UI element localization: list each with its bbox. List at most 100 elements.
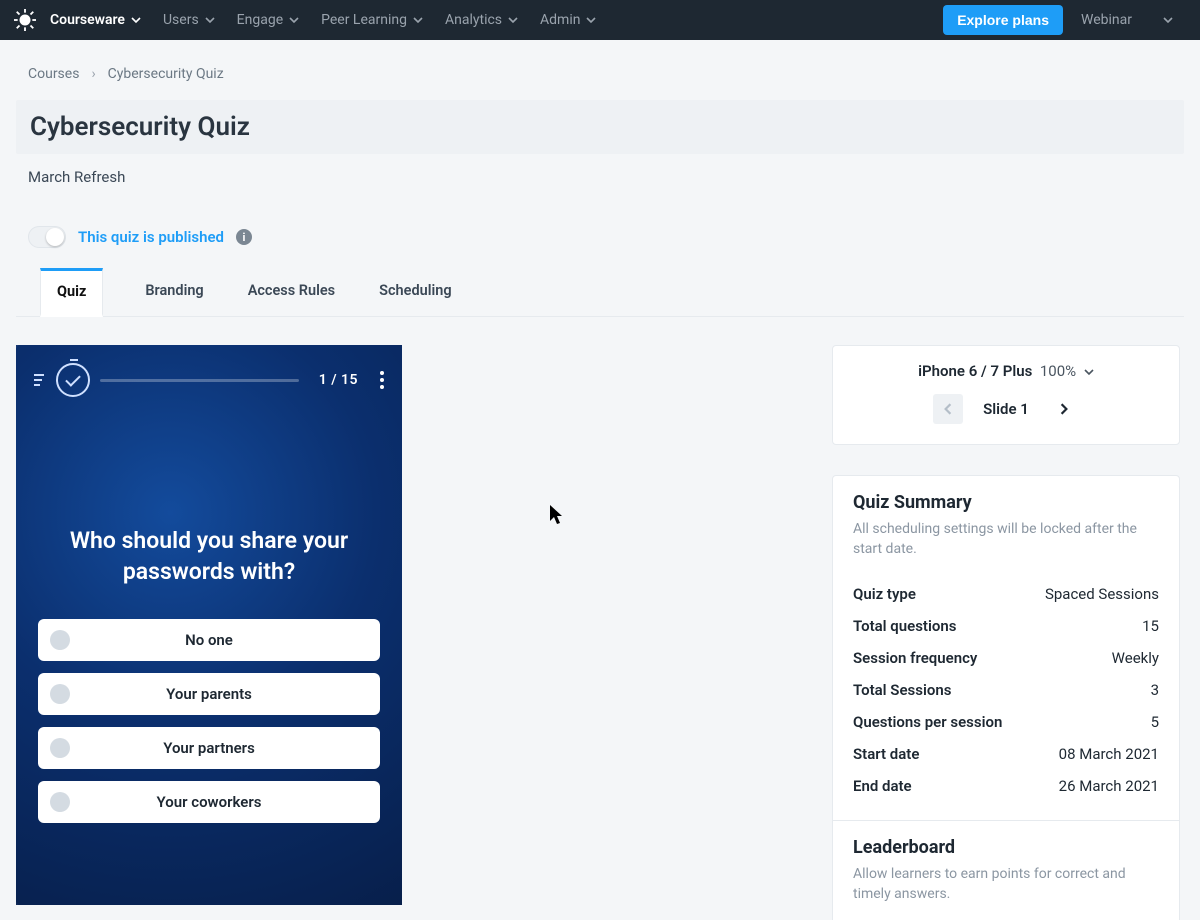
kv-val: Weekly (1112, 649, 1159, 667)
nav-peer-learning[interactable]: Peer Learning (321, 12, 423, 28)
webinar-link[interactable]: Webinar (1081, 12, 1132, 28)
page-title-band: Cybersecurity Quiz (16, 100, 1184, 154)
info-icon[interactable]: i (236, 229, 252, 245)
answer-label: No one (38, 631, 380, 649)
nav-label: Analytics (445, 12, 502, 28)
kv-key: Total Sessions (853, 681, 951, 699)
nav-courseware[interactable]: Courseware (50, 12, 141, 28)
chevron-down-icon (1084, 367, 1094, 377)
device-zoom: 100% (1036, 362, 1076, 380)
answer-option[interactable]: Your coworkers (38, 781, 380, 823)
slide-counter: 1 / 15 (319, 372, 358, 388)
answer-label: Your coworkers (38, 793, 380, 811)
chevron-right-icon: › (91, 66, 95, 82)
content: 1 / 15 Who should you share your passwor… (16, 317, 1184, 920)
breadcrumb-root[interactable]: Courses (28, 66, 79, 82)
divider (833, 820, 1179, 821)
nav-items: Courseware Users Engage Peer Learning An… (50, 12, 596, 28)
kv-key: Session frequency (853, 649, 977, 667)
leaderboard-section: Leaderboard Allow learners to earn point… (853, 837, 1159, 905)
kv-key: Questions per session (853, 713, 1002, 731)
summary-note: All scheduling settings will be locked a… (853, 519, 1159, 560)
page: Courses › Cybersecurity Quiz Cybersecuri… (0, 40, 1200, 920)
chevron-down-icon (508, 15, 518, 25)
tab-branding[interactable]: Branding (143, 270, 205, 316)
nav-admin[interactable]: Admin (540, 12, 596, 28)
nav-label: Peer Learning (321, 12, 407, 28)
nav-label: Engage (237, 12, 283, 28)
chevron-down-icon (586, 15, 596, 25)
device-name: iPhone 6 / 7 Plus (918, 362, 1032, 380)
breadcrumb-leaf[interactable]: Cybersecurity Quiz (108, 66, 224, 82)
progress-track (100, 379, 299, 382)
breadcrumb: Courses › Cybersecurity Quiz (28, 66, 1184, 82)
quiz-summary-card: Quiz Summary All scheduling settings wil… (832, 475, 1180, 920)
kv-key: Start date (853, 745, 919, 763)
kv-val: 3 (1151, 681, 1159, 699)
page-subtitle: March Refresh (28, 168, 1184, 186)
kv-val: 26 March 2021 (1059, 777, 1159, 795)
kv-row: Questions per session 5 (853, 706, 1159, 738)
nav-engage[interactable]: Engage (237, 12, 299, 28)
tabs: Quiz Branding Access Rules Scheduling (16, 270, 1184, 317)
device-card: iPhone 6 / 7 Plus 100% Slide 1 (832, 345, 1180, 445)
slide-label: Slide 1 (983, 400, 1029, 418)
prev-slide-button (933, 394, 963, 424)
chevron-down-icon (289, 15, 299, 25)
publish-toggle[interactable] (28, 226, 66, 248)
chevron-right-icon (1058, 403, 1070, 415)
nav-users[interactable]: Users (163, 12, 215, 28)
publish-row: This quiz is published i (28, 226, 1184, 248)
page-title: Cybersecurity Quiz (30, 112, 1170, 142)
chevron-left-icon (942, 403, 954, 415)
navbar-right: Explore plans Webinar (943, 5, 1186, 35)
kv-val: 15 (1142, 617, 1159, 635)
tab-quiz[interactable]: Quiz (40, 268, 103, 317)
kebab-menu-icon[interactable] (380, 371, 384, 389)
kv-row: Session frequency Weekly (853, 642, 1159, 674)
explore-plans-button[interactable]: Explore plans (943, 5, 1063, 35)
device-selector[interactable]: iPhone 6 / 7 Plus 100% (853, 362, 1159, 394)
kv-key: End date (853, 777, 912, 795)
kv-row: End date 26 March 2021 (853, 770, 1159, 802)
summary-heading: Quiz Summary (853, 492, 1159, 513)
answer-label: Your partners (38, 739, 380, 757)
nav-label: Courseware (50, 12, 125, 28)
kv-key: Total questions (853, 617, 956, 635)
leaderboard-heading: Leaderboard (853, 837, 1159, 858)
phone-preview: 1 / 15 Who should you share your passwor… (16, 345, 402, 905)
chevron-down-icon (413, 15, 423, 25)
kv-key: Quiz type (853, 585, 916, 603)
answer-option[interactable]: Your partners (38, 727, 380, 769)
kv-row: Start date 08 March 2021 (853, 738, 1159, 770)
question-text: Who should you share your passwords with… (44, 525, 374, 587)
nav-label: Admin (540, 12, 580, 28)
nav-label: Users (163, 12, 199, 28)
kv-val: 5 (1151, 713, 1159, 731)
kv-row: Total questions 15 (853, 610, 1159, 642)
nav-analytics[interactable]: Analytics (445, 12, 518, 28)
user-menu[interactable] (1150, 7, 1186, 33)
chevron-down-icon (205, 15, 215, 25)
speed-lines-icon (34, 374, 44, 386)
next-slide-button[interactable] (1049, 394, 1079, 424)
app-logo[interactable] (14, 9, 36, 31)
chevron-down-icon (131, 15, 141, 25)
kv-row: Total Sessions 3 (853, 674, 1159, 706)
answer-option[interactable]: Your parents (38, 673, 380, 715)
right-column: iPhone 6 / 7 Plus 100% Slide 1 Quiz Summ… (832, 345, 1184, 920)
tab-access-rules[interactable]: Access Rules (246, 270, 337, 316)
tab-scheduling[interactable]: Scheduling (377, 270, 453, 316)
answer-option[interactable]: No one (38, 619, 380, 661)
chevron-down-icon (1163, 15, 1173, 25)
kv-val: Spaced Sessions (1045, 585, 1159, 603)
answers: No one Your parents Your partners Your c… (16, 587, 402, 823)
leaderboard-note: Allow learners to earn points for correc… (853, 864, 1159, 905)
question: Who should you share your passwords with… (16, 405, 402, 587)
publish-label: This quiz is published (78, 228, 224, 246)
slide-nav: Slide 1 (853, 394, 1159, 424)
answer-label: Your parents (38, 685, 380, 703)
kv-val: 08 March 2021 (1059, 745, 1159, 763)
kv-row: Quiz type Spaced Sessions (853, 578, 1159, 610)
toggle-knob (46, 228, 64, 246)
